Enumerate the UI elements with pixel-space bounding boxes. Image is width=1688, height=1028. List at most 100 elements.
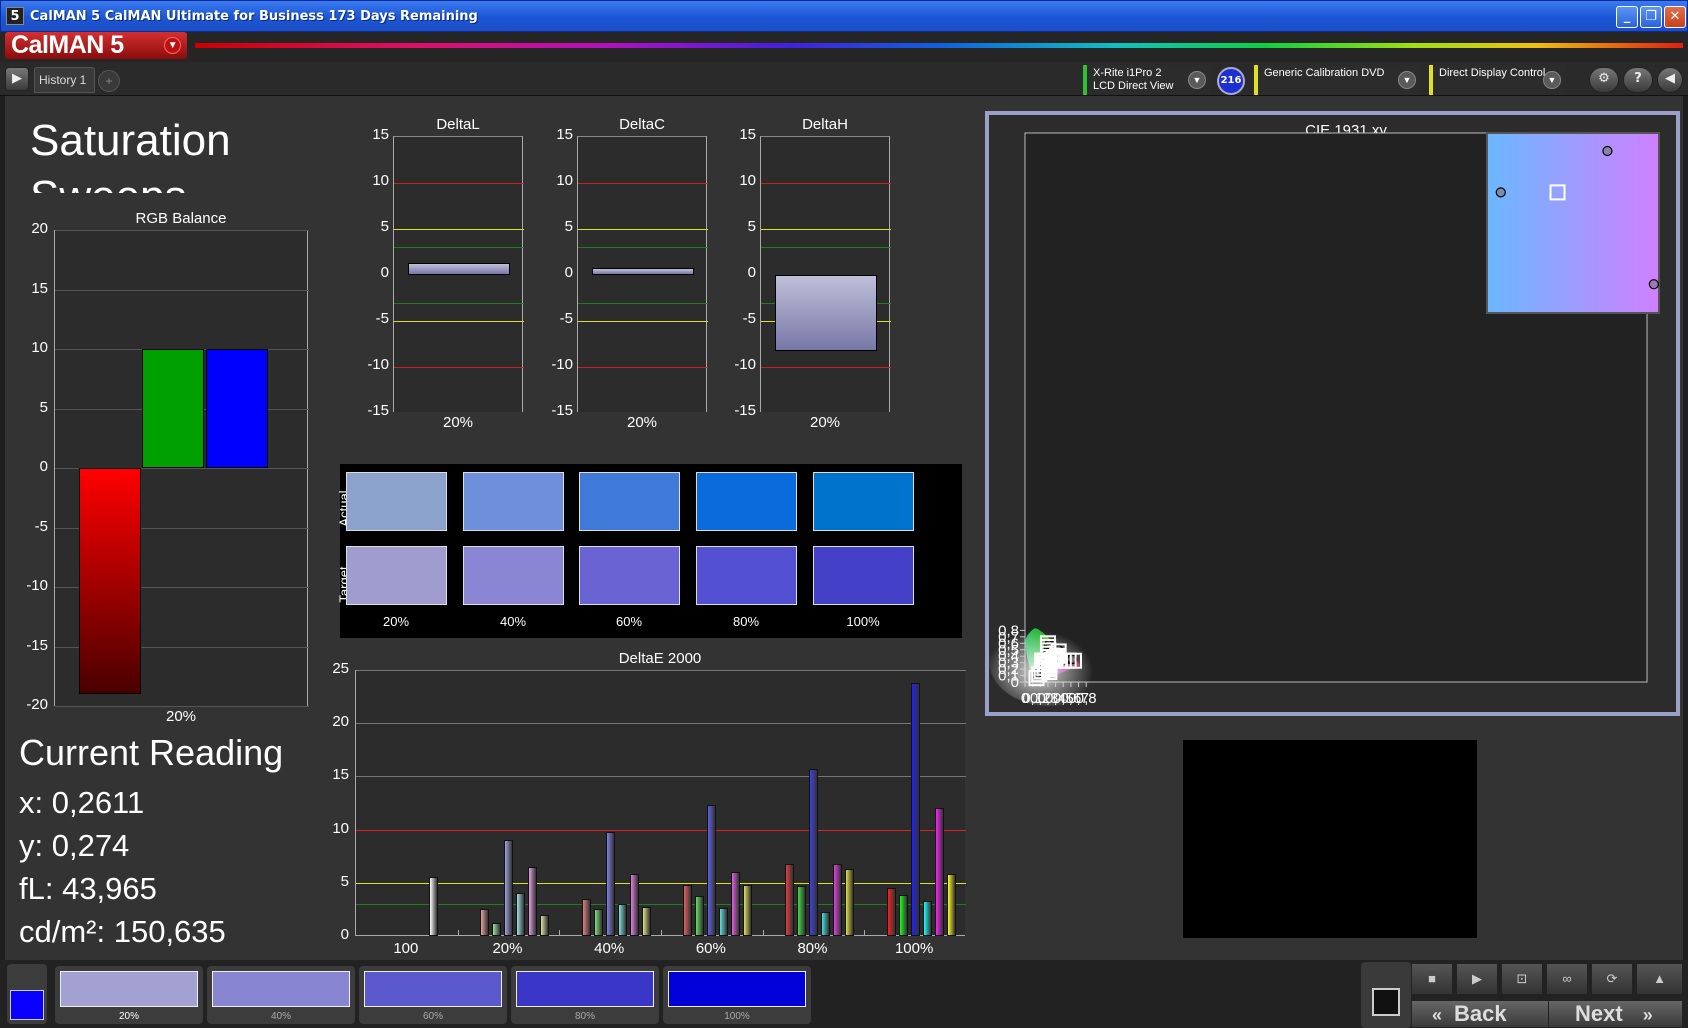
y-tick-label: 10 xyxy=(556,172,573,189)
delta-e-chart xyxy=(355,670,966,936)
actual-swatch xyxy=(579,472,680,531)
delta-e-bar xyxy=(898,894,908,936)
y-tick-label: -15 xyxy=(26,636,48,654)
patch-swatch xyxy=(516,971,654,1007)
patch-swatch xyxy=(60,971,198,1007)
calman-menu-button[interactable]: CalMAN 5 ▼ xyxy=(5,32,187,59)
meter-reading-count-badge[interactable]: 216 xyxy=(1217,67,1245,95)
play-arrow-icon: ▶ xyxy=(12,71,22,86)
bar-blue xyxy=(206,349,268,468)
patch-label: 80% xyxy=(574,1011,595,1022)
delta-e-bar xyxy=(581,898,591,936)
patch-button[interactable]: 20% xyxy=(55,966,203,1024)
page-title-line2: Sweeps xyxy=(30,169,231,193)
delta-chart-title: DeltaC xyxy=(619,116,665,133)
target-swatch xyxy=(346,546,447,605)
read-series-button[interactable]: ⊡ xyxy=(1501,963,1543,995)
x-tick-label: 60% xyxy=(695,940,726,957)
add-tab-button[interactable]: + xyxy=(98,70,120,92)
threshold-line xyxy=(578,321,708,322)
y-tick-label: -15 xyxy=(551,402,573,419)
x-tick-label: 20% xyxy=(626,414,658,431)
y-tick-label: 15 xyxy=(372,126,389,143)
delta-bar xyxy=(408,263,510,275)
stop-measure-button[interactable] xyxy=(1372,988,1400,1016)
patch-button[interactable]: 80% xyxy=(511,966,659,1024)
x-tick-label: 20% xyxy=(809,414,841,431)
x-tick xyxy=(762,930,764,936)
next-button[interactable]: Next » xyxy=(1548,1000,1683,1028)
restore-button[interactable]: ❐ xyxy=(1640,6,1662,28)
help-button[interactable]: ? xyxy=(1623,67,1653,93)
stop-icon: ■ xyxy=(1428,971,1436,986)
chevron-down-icon: ▼ xyxy=(164,37,181,54)
delta-e-bar xyxy=(429,877,439,936)
bar-green xyxy=(142,349,204,468)
rgb-balance-x-label: 20% xyxy=(165,708,197,725)
patch-button[interactable]: 40% xyxy=(207,966,355,1024)
y-tick-label: 15 xyxy=(556,126,573,143)
settings-button[interactable]: ⚙ xyxy=(1589,67,1619,93)
tab-history[interactable]: History 1 xyxy=(34,67,95,93)
stop-button[interactable]: ■ xyxy=(1411,963,1453,995)
chevron-down-icon: ▼ xyxy=(1188,71,1206,89)
x-tick xyxy=(661,930,662,936)
delta-e-bar xyxy=(492,923,502,936)
x-tick-label: 80% xyxy=(797,940,828,957)
y-tick-label: 5 xyxy=(564,218,573,235)
threshold-line xyxy=(356,882,966,884)
title-bar: 5 CalMAN 5 CalMAN Ultimate for Business … xyxy=(0,0,1688,32)
swatch-step-label: 80% xyxy=(732,614,760,629)
expand-sidebar-button[interactable]: ▶ xyxy=(5,67,29,91)
threshold-line xyxy=(578,302,708,304)
next-label: Next xyxy=(1575,1001,1623,1026)
play-icon: ▶ xyxy=(1472,971,1482,986)
delta-e-bar xyxy=(707,805,717,936)
chevron-down-icon: ▼ xyxy=(1543,71,1561,89)
delta-chart-title: DeltaH xyxy=(802,116,848,133)
delta-e-bar xyxy=(886,888,896,936)
delta-e-bar xyxy=(528,866,538,936)
meter-selector[interactable]: X-Rite i1Pro 2 LCD Direct View ▼ xyxy=(1083,65,1210,95)
cie-zoom-inset xyxy=(1486,132,1660,314)
sync-button[interactable]: ⟳ xyxy=(1591,963,1633,995)
back-button[interactable]: « Back xyxy=(1411,1000,1549,1028)
patch-button[interactable]: 100% xyxy=(663,966,811,1024)
y-tick-label: -10 xyxy=(734,356,756,373)
color-swatch-comparison: Actual Target 20% 40% 60% 80% 100% xyxy=(337,464,962,638)
delta-e-bar xyxy=(785,863,795,936)
delta-e-bar xyxy=(516,893,526,936)
delta-e-title: DeltaE 2000 xyxy=(618,650,702,667)
y-tick-label: 15 xyxy=(332,766,349,784)
y-tick-label: 5 xyxy=(340,872,349,890)
collapse-panel-button[interactable]: ◀ xyxy=(1657,67,1683,93)
display-selector[interactable]: Direct Display Control ▼ xyxy=(1429,65,1565,95)
delta-e-bar xyxy=(743,884,753,936)
patch-button[interactable]: 60% xyxy=(359,966,507,1024)
delta-chart-title: DeltaL xyxy=(436,116,480,133)
target-swatch xyxy=(579,546,680,605)
swatch-step-label: 40% xyxy=(499,614,527,629)
patch-swatch xyxy=(212,971,350,1007)
page-title-line1: Saturation xyxy=(30,116,231,165)
target-swatch xyxy=(813,546,914,605)
source-selector[interactable]: Generic Calibration DVD ▼ xyxy=(1254,65,1420,95)
gridline xyxy=(356,670,966,671)
delta-chart-plot xyxy=(577,136,708,412)
patch-label: 100% xyxy=(724,1011,750,1022)
double-chevron-left-icon: « xyxy=(1432,1005,1443,1025)
continuous-button[interactable]: ∞ xyxy=(1546,963,1588,995)
expand-icon: ▲ xyxy=(1653,971,1666,986)
minimize-button[interactable]: _ xyxy=(1616,6,1638,28)
bar-red xyxy=(79,468,141,695)
close-button[interactable]: ✕ xyxy=(1664,6,1686,28)
actual-swatch xyxy=(696,472,797,531)
delta-chart-plot xyxy=(393,136,524,412)
y-tick-label: -15 xyxy=(734,402,756,419)
x-tick-label: 100% xyxy=(894,940,934,957)
more-button[interactable]: ▲ xyxy=(1636,963,1683,995)
play-button[interactable]: ▶ xyxy=(1456,963,1498,995)
patch-label: 60% xyxy=(422,1011,443,1022)
gridline xyxy=(55,706,309,707)
rgb-balance-title: RGB Balance xyxy=(135,210,227,227)
